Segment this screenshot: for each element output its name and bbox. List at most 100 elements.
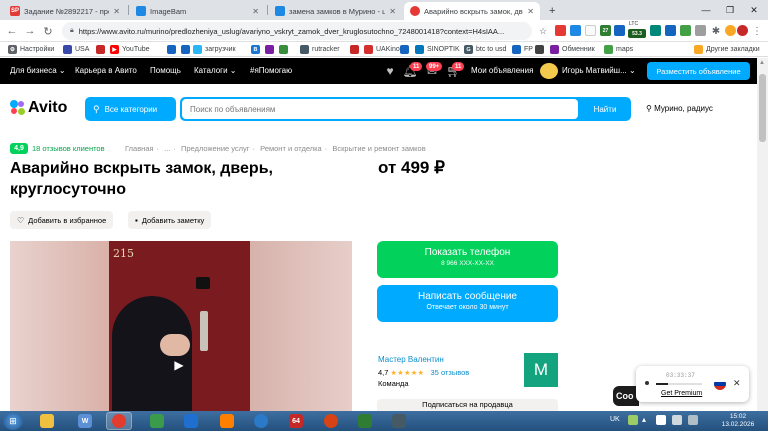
search-input[interactable] <box>182 99 578 119</box>
bookmark-item[interactable] <box>96 43 108 56</box>
taskbar-app[interactable] <box>352 412 378 430</box>
place-ad-button[interactable]: Разместить объявление <box>647 62 750 80</box>
bookmark-item[interactable]: загрузчик <box>193 43 236 56</box>
maximize-window-icon[interactable]: ❐ <box>718 0 742 20</box>
extension-icon[interactable] <box>555 25 566 36</box>
subscribe-seller-button[interactable]: Подписаться на продавца <box>377 399 558 411</box>
play-icon[interactable]: ▶ <box>172 358 186 372</box>
tray-icon[interactable] <box>628 415 638 425</box>
nav-help[interactable]: Помощь <box>150 66 181 75</box>
taskbar-app[interactable]: 64 <box>283 412 309 430</box>
location-selector[interactable]: ⚲ Мурино, радиус <box>646 104 713 113</box>
scrollbar-thumb[interactable] <box>759 74 766 142</box>
close-window-icon[interactable]: ✕ <box>742 0 766 20</box>
bookmark-item[interactable]: Обменник <box>550 43 595 56</box>
seller-avatar[interactable]: M <box>524 353 558 387</box>
network-icon[interactable] <box>672 415 682 425</box>
page-scrollbar[interactable]: ▲ <box>757 58 768 411</box>
close-tab-icon[interactable]: ✕ <box>248 7 259 16</box>
breadcrumb-item[interactable]: ... <box>164 144 170 153</box>
taskbar-app[interactable] <box>386 412 412 430</box>
bookmark-item[interactable]: ▶ YouTube <box>110 43 150 56</box>
nav-careers[interactable]: Карьера в Авито <box>75 66 137 75</box>
tray-icon[interactable] <box>656 415 666 425</box>
user-menu[interactable]: Игорь Матвийш... ⌄ <box>562 66 636 75</box>
bookmark-item[interactable]: UAKino <box>364 43 400 56</box>
extension-icon[interactable] <box>737 25 748 36</box>
tray-chevron-icon[interactable]: ▴ <box>642 415 646 424</box>
bookmark-item[interactable]: USA <box>63 43 89 56</box>
address-bar[interactable]: 🔒︎ https://www.avito.ru/murino/predlozhe… <box>62 22 532 40</box>
all-categories-button[interactable]: ⚲ Все категории <box>85 97 176 121</box>
bookmark-item[interactable] <box>265 43 277 56</box>
my-ads-link[interactable]: Мои объявления <box>471 66 533 75</box>
write-message-button[interactable]: Написать сообщение Отвечает около 30 мин… <box>377 285 558 322</box>
browser-menu-icon[interactable]: ⋮ <box>750 23 764 39</box>
start-button[interactable]: ⊞ <box>3 412 23 430</box>
extension-icon[interactable]: 27 <box>600 25 611 36</box>
flag-extension-icon[interactable] <box>585 25 596 36</box>
scroll-up-icon[interactable]: ▲ <box>759 60 765 66</box>
bookmark-item[interactable]: В <box>251 43 263 56</box>
show-phone-button[interactable]: Показать телефон 8 966 XXX-XX-XX <box>377 241 558 278</box>
browser-tab[interactable]: ImageBam ✕ <box>130 2 265 20</box>
close-tab-icon[interactable]: ✕ <box>109 7 120 16</box>
browser-tab[interactable]: SP Задание №2892217 - просмотр з ✕ <box>4 2 126 20</box>
bookmark-item[interactable] <box>181 43 193 56</box>
taskbar-app[interactable]: W <box>72 412 98 430</box>
seller-name[interactable]: Мастер Валентин <box>378 355 444 364</box>
system-clock[interactable]: 15:02 13.02.2026 <box>718 413 758 429</box>
minimize-window-icon[interactable]: — <box>694 0 718 20</box>
extension-icon[interactable] <box>665 25 676 36</box>
bookmark-star-icon[interactable]: ☆ <box>535 23 551 39</box>
bookmark-item[interactable]: rutracker <box>300 43 340 56</box>
close-icon[interactable]: ✕ <box>733 378 741 389</box>
seller-reviews-link[interactable]: 35 отзывов <box>431 368 470 377</box>
extension-icon[interactable] <box>570 25 581 36</box>
volume-icon[interactable] <box>688 415 698 425</box>
new-tab-button[interactable]: + <box>543 2 559 20</box>
close-tab-icon[interactable]: ✕ <box>385 7 396 16</box>
extension-icon[interactable] <box>650 25 661 36</box>
extensions-puzzle-icon[interactable]: ✱ <box>708 23 724 39</box>
breadcrumb-item[interactable]: Вскрытие и ремонт замков <box>332 144 425 153</box>
ltc-price-extension[interactable]: 53.3 <box>628 29 646 38</box>
bookmark-item[interactable] <box>535 43 547 56</box>
taskbar-app-chrome[interactable] <box>106 412 132 430</box>
language-indicator[interactable]: UK <box>610 416 620 423</box>
taskbar-app[interactable] <box>144 412 170 430</box>
add-favorite-button[interactable]: ♡ Добавить в избранное <box>10 211 114 229</box>
breadcrumb-item[interactable]: Ремонт и отделка <box>260 144 322 153</box>
breadcrumb-item[interactable]: Главная <box>125 144 154 153</box>
back-icon[interactable]: ← <box>4 23 20 39</box>
avito-logo[interactable]: Avito <box>10 99 67 117</box>
listing-photo[interactable]: 215 ▶ <box>10 241 352 411</box>
russia-flag-icon[interactable] <box>714 378 726 390</box>
bookmark-item[interactable]: ⚙ Настройки <box>8 43 54 56</box>
bookmark-item[interactable]: SINOPTIK <box>415 43 460 56</box>
bookmark-item[interactable] <box>167 43 179 56</box>
bookmark-item[interactable] <box>400 43 412 56</box>
bookmark-item[interactable]: Gbtc to usd <box>464 43 506 56</box>
nav-catalogs[interactable]: Каталоги ⌄ <box>194 66 237 75</box>
extension-icon[interactable] <box>680 25 691 36</box>
get-premium-link[interactable]: Get Premium <box>661 390 702 397</box>
bookmark-item[interactable]: FP <box>512 43 533 56</box>
reload-icon[interactable]: ↻ <box>40 23 56 39</box>
taskbar-app[interactable] <box>318 412 344 430</box>
add-note-button[interactable]: ▪ Добавить заметку <box>128 211 212 229</box>
forward-icon[interactable]: → <box>22 23 38 39</box>
favorites-heart-icon[interactable]: ♥ <box>383 64 397 78</box>
user-avatar[interactable] <box>540 63 558 79</box>
close-tab-icon[interactable]: ✕ <box>523 7 534 16</box>
nav-business[interactable]: Для бизнеса ⌄ <box>10 66 66 75</box>
nav-ihelp[interactable]: #яПомогаю <box>250 66 292 75</box>
profile-avatar-icon[interactable] <box>725 25 736 36</box>
search-button[interactable]: Найти <box>579 97 631 121</box>
browser-tab-active[interactable]: Аварийно вскрыть замок, дверь, ✕ <box>404 2 540 20</box>
extension-icon[interactable] <box>695 25 706 36</box>
bookmark-item[interactable] <box>279 43 291 56</box>
taskbar-app[interactable] <box>214 412 240 430</box>
bookmark-item[interactable] <box>350 43 362 56</box>
bookmark-item[interactable]: Другие закладки <box>694 43 760 56</box>
